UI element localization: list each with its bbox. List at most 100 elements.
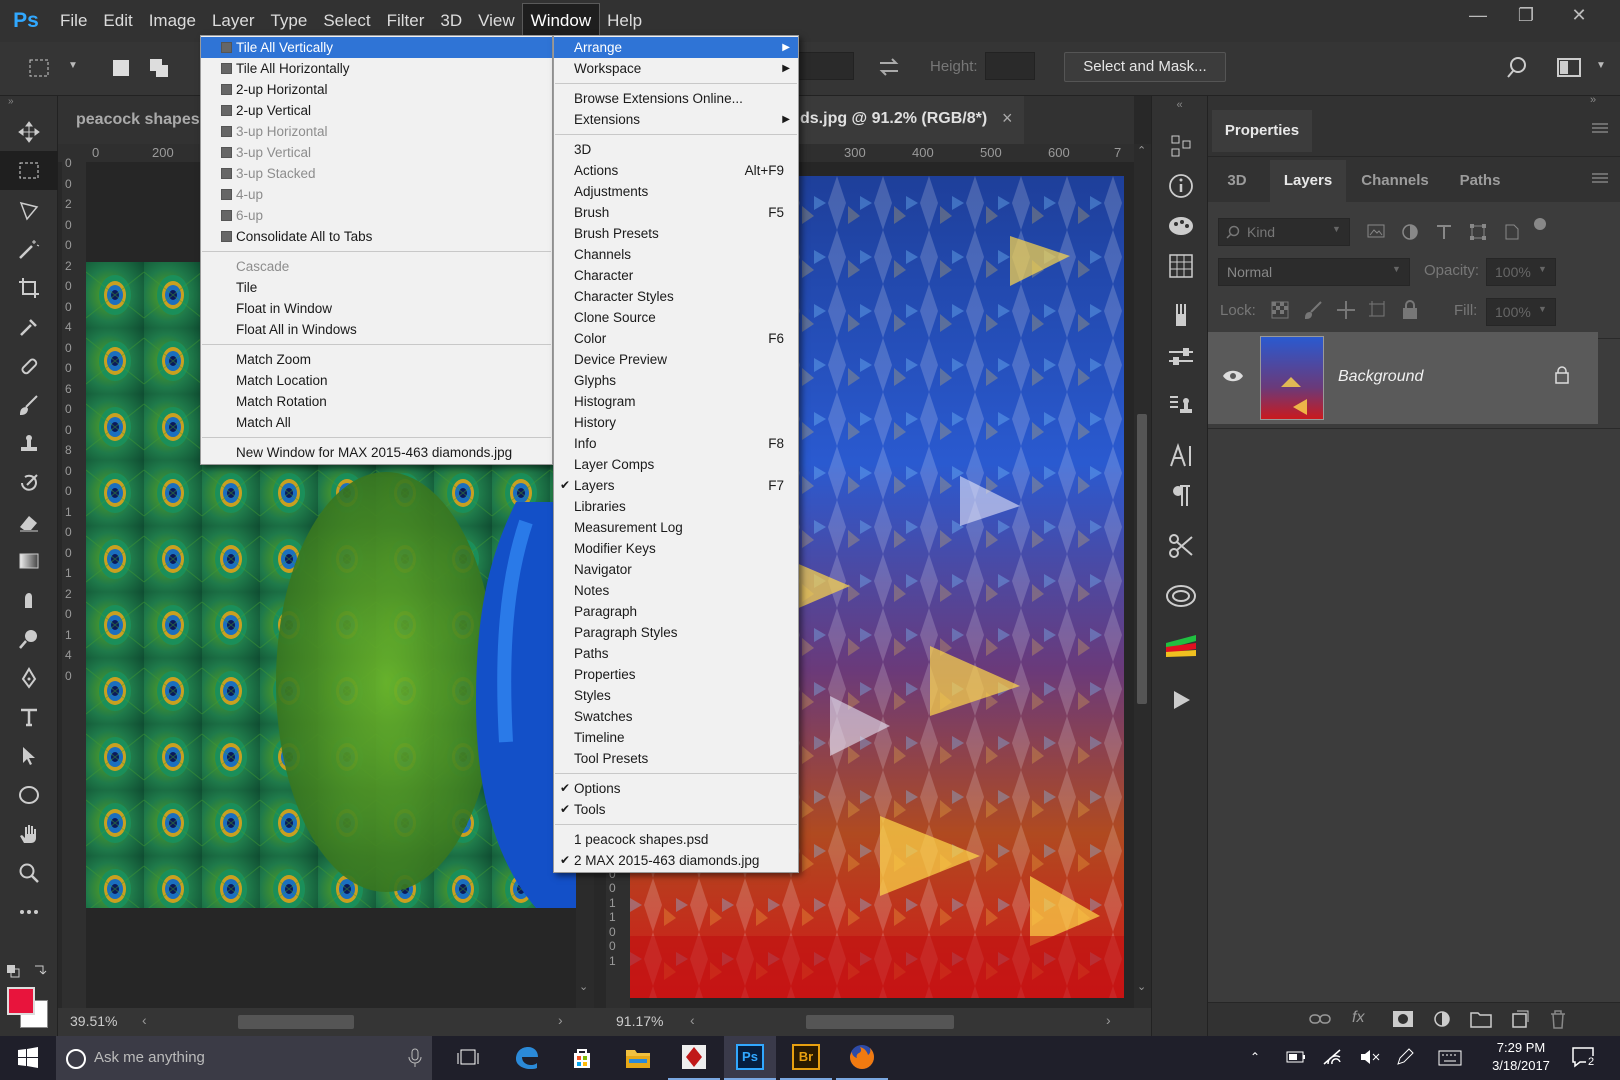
lock-pixels-icon[interactable] — [1304, 300, 1324, 320]
arrange-item-match-rotation[interactable]: Match Rotation — [201, 391, 552, 412]
arrange-item-3-up-horizontal[interactable]: 3-up Horizontal — [201, 121, 552, 142]
arrange-item-new-window-for-max-2015-463-diamonds-jpg[interactable]: New Window for MAX 2015-463 diamonds.jpg — [201, 442, 552, 463]
workspace-chevron-icon[interactable]: ▼ — [1596, 60, 1606, 71]
layer-row-background[interactable]: Background — [1208, 332, 1598, 424]
arrange-item-tile-all-vertically[interactable]: Tile All Vertically — [201, 37, 552, 58]
lock-artboard-icon[interactable] — [1368, 300, 1388, 320]
gradient-tool-icon[interactable] — [0, 541, 58, 580]
paragraph-panel-icon[interactable] — [1152, 476, 1209, 516]
dodge-tool-icon[interactable] — [0, 619, 58, 658]
swap-icon[interactable] — [876, 54, 902, 80]
eyedropper-tool-icon[interactable] — [0, 307, 58, 346]
task-view-icon[interactable] — [442, 1036, 494, 1080]
window-item-extensions[interactable]: Extensions ▶ — [554, 109, 798, 130]
chevron-down-icon[interactable]: ▼ — [1538, 264, 1547, 274]
minimize-button[interactable]: — — [1454, 0, 1502, 30]
notification-center-icon[interactable]: 2 — [1572, 1046, 1597, 1068]
arrange-item-4-up[interactable]: 4-up — [201, 184, 552, 205]
swap-colors-icon[interactable] — [32, 962, 48, 978]
microphone-icon[interactable] — [408, 1048, 422, 1068]
window-item-layers[interactable]: ✔ Layers F7 — [554, 475, 798, 496]
window-item-actions[interactable]: Actions Alt+F9 — [554, 160, 798, 181]
clock-time[interactable]: 7:29 PM — [1476, 1040, 1566, 1055]
type-tool-icon[interactable] — [0, 697, 58, 736]
color-panel-icon[interactable] — [1152, 206, 1209, 246]
window-item-layer-comps[interactable]: Layer Comps — [554, 454, 798, 475]
cortana-search-box[interactable]: Ask me anything — [56, 1036, 432, 1080]
arrange-item-consolidate-all-to-tabs[interactable]: Consolidate All to Tabs — [201, 226, 552, 247]
new-layer-icon[interactable] — [1510, 1009, 1530, 1029]
more-tools-icon[interactable] — [0, 892, 58, 931]
clone-stamp-tool-icon[interactable] — [0, 424, 58, 463]
arrange-item-tile-all-horizontally[interactable]: Tile All Horizontally — [201, 58, 552, 79]
ellipse-tool-icon[interactable] — [0, 775, 58, 814]
layer-name[interactable]: Background — [1338, 368, 1423, 386]
menu-filter[interactable]: Filter — [379, 4, 433, 38]
tab-3d[interactable]: 3D — [1212, 160, 1262, 202]
height-field[interactable] — [985, 52, 1035, 80]
window-item-glyphs[interactable]: Glyphs — [554, 370, 798, 391]
libraries-panel-icon[interactable] — [1152, 576, 1209, 616]
window-item-timeline[interactable]: Timeline — [554, 727, 798, 748]
search-icon[interactable] — [1504, 54, 1532, 82]
window-item-history[interactable]: History — [554, 412, 798, 433]
scroll-left-icon[interactable]: ‹ — [142, 1012, 147, 1028]
window-item-histogram[interactable]: Histogram — [554, 391, 798, 412]
arrange-item-3-up-stacked[interactable]: 3-up Stacked — [201, 163, 552, 184]
window-item-libraries[interactable]: Libraries — [554, 496, 798, 517]
adjustments-panel-icon[interactable] — [1152, 336, 1209, 376]
select-and-mask-button[interactable]: Select and Mask... — [1064, 52, 1226, 82]
collapse-panels-icon[interactable]: « — [1152, 96, 1207, 126]
restore-button[interactable]: ❐ — [1502, 0, 1550, 30]
marquee-preset-icon[interactable] — [26, 56, 54, 80]
delete-layer-icon[interactable] — [1548, 1009, 1568, 1029]
collapse-toolbar-icon[interactable]: » — [0, 96, 57, 112]
window-item-workspace[interactable]: Workspace ▶ — [554, 58, 798, 79]
window-item-notes[interactable]: Notes — [554, 580, 798, 601]
arrange-item-3-up-vertical[interactable]: 3-up Vertical — [201, 142, 552, 163]
move-tool-icon[interactable] — [0, 112, 58, 151]
menu-file[interactable]: File — [52, 4, 95, 38]
window-item-tool-presets[interactable]: Tool Presets — [554, 748, 798, 769]
brush-settings-icon[interactable] — [1152, 296, 1209, 336]
scroll-right-icon[interactable]: › — [558, 1012, 563, 1028]
path-selection-tool-icon[interactable] — [0, 736, 58, 775]
menu-view[interactable]: View — [470, 4, 523, 38]
history-panel-icon[interactable] — [1152, 126, 1209, 166]
arrange-item-6-up[interactable]: 6-up — [201, 205, 552, 226]
arrange-item-cascade[interactable]: Cascade — [201, 256, 552, 277]
right-vertical-scrollbar[interactable]: ⌃ ⌄ — [1134, 144, 1151, 1008]
arrange-item-2-up-vertical[interactable]: 2-up Vertical — [201, 100, 552, 121]
left-horizontal-scrollbar-thumb[interactable] — [238, 1015, 354, 1029]
panel-menu-icon[interactable] — [1592, 122, 1608, 134]
clone-source-panel-icon[interactable] — [1152, 386, 1209, 426]
window-item-character[interactable]: Character — [554, 265, 798, 286]
arrange-item-match-location[interactable]: Match Location — [201, 370, 552, 391]
scroll-up-icon[interactable]: ⌃ — [1137, 144, 1146, 157]
lock-transparent-icon[interactable] — [1270, 300, 1290, 320]
window-item-color[interactable]: Color F6 — [554, 328, 798, 349]
tool-presets-icon[interactable] — [1152, 526, 1209, 566]
eye-icon[interactable] — [1222, 368, 1244, 384]
width-field[interactable] — [798, 52, 854, 80]
windows-start-icon[interactable] — [2, 1036, 54, 1080]
menu-help[interactable]: Help — [599, 4, 650, 38]
eraser-tool-icon[interactable] — [0, 502, 58, 541]
window-item-paragraph[interactable]: Paragraph — [554, 601, 798, 622]
menu-select[interactable]: Select — [315, 4, 378, 38]
magic-wand-tool-icon[interactable] — [0, 229, 58, 268]
menu-edit[interactable]: Edit — [95, 4, 140, 38]
close-button[interactable]: ✕ — [1555, 0, 1603, 30]
type-filter-icon[interactable] — [1434, 222, 1454, 242]
show-hidden-icons[interactable]: ⌃ — [1250, 1050, 1260, 1064]
info-panel-icon[interactable] — [1152, 166, 1209, 206]
lock-position-icon[interactable] — [1336, 300, 1356, 320]
menu-image[interactable]: Image — [141, 4, 204, 38]
scroll-left-icon[interactable]: ‹ — [690, 1012, 695, 1028]
right-horizontal-scrollbar-thumb[interactable] — [806, 1015, 954, 1029]
hand-tool-icon[interactable] — [0, 814, 58, 853]
add-mask-icon[interactable] — [1392, 1010, 1414, 1028]
workspace-icon[interactable] — [1556, 56, 1584, 80]
filter-toggle-icon[interactable] — [1534, 218, 1546, 230]
foreground-color-swatch[interactable] — [7, 987, 35, 1015]
